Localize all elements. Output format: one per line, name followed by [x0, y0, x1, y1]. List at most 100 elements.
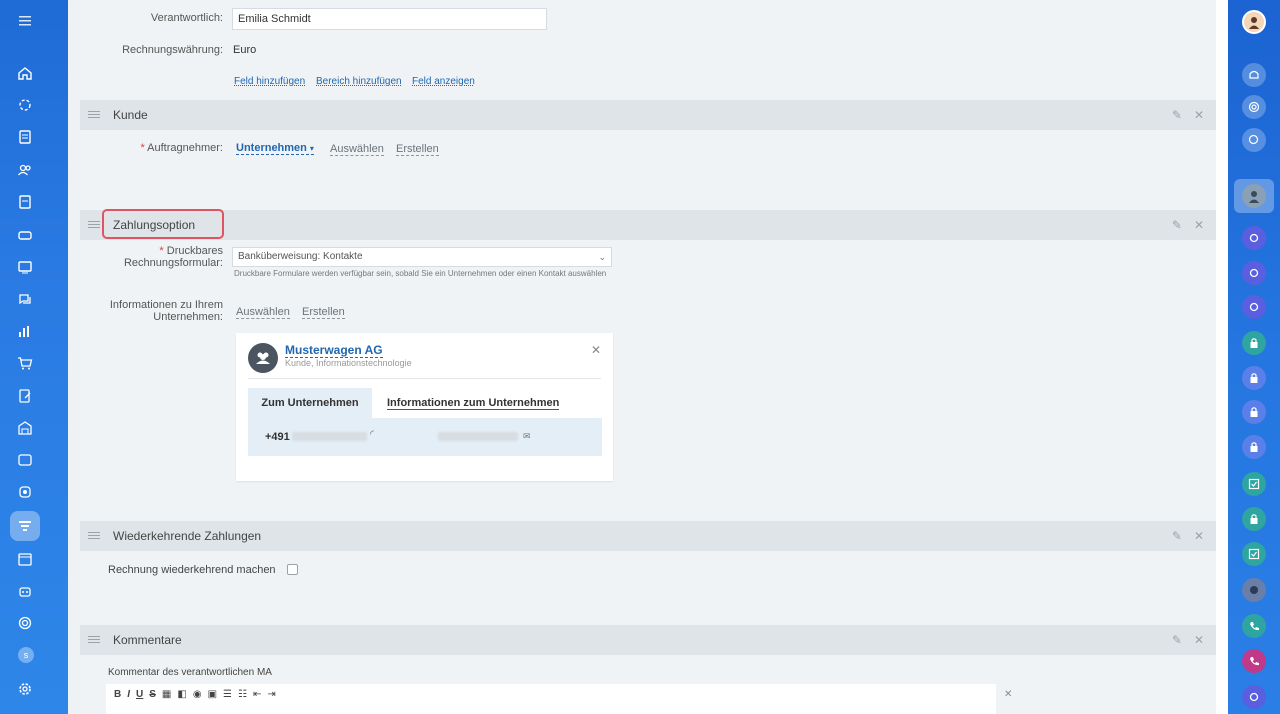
edit-pencil-icon[interactable]: ✎ — [1172, 108, 1182, 122]
puzzle-icon[interactable] — [16, 96, 34, 114]
print-form-select[interactable]: Banküberweisung: Kontakte ⌄ — [232, 247, 612, 267]
edit-pencil-icon[interactable]: ✎ — [1172, 633, 1182, 647]
highlight-box — [102, 209, 224, 239]
close-icon[interactable]: ✕ — [1194, 108, 1204, 122]
underline-button[interactable]: U — [136, 689, 143, 700]
lock-icon[interactable] — [1242, 400, 1266, 424]
show-field-link[interactable]: Feld anzeigen — [412, 76, 475, 87]
lock-icon[interactable] — [1242, 435, 1266, 459]
kunde-title: Kunde — [113, 108, 148, 122]
tab-company[interactable]: Zum Unternehmen — [248, 388, 372, 418]
company-select-link[interactable]: Auswählen — [236, 306, 290, 319]
edit-pencil-icon[interactable]: ✎ — [1172, 529, 1182, 543]
user-s-badge[interactable]: s — [18, 647, 34, 663]
print-form-label-line1: Druckbares — [166, 245, 223, 257]
zahlung-section-header[interactable]: Zahlungsoption ✎ ✕ — [80, 210, 1216, 240]
mail-icon[interactable] — [16, 451, 34, 469]
add-section-link[interactable]: Bereich hinzufügen — [316, 76, 402, 87]
paint-icon[interactable]: ▦ — [162, 689, 171, 700]
company-type-dropdown[interactable]: Unternehmen ▾ — [236, 142, 314, 155]
left-sidebar: s — [0, 0, 68, 714]
company-subtitle: Kunde, Informationstechnologie — [285, 358, 412, 368]
contact-avatar[interactable] — [1242, 184, 1266, 208]
indent-icon[interactable]: ⇥ — [267, 689, 275, 700]
contacts-icon[interactable] — [16, 161, 34, 179]
kunde-select-link[interactable]: Auswählen — [330, 143, 384, 156]
company-create-link[interactable]: Erstellen — [302, 306, 345, 319]
color-icon[interactable]: ◉ — [193, 689, 202, 700]
tasks-icon[interactable] — [16, 128, 34, 146]
editor-close-icon[interactable]: ✕ — [1004, 689, 1012, 700]
filter-icon[interactable] — [16, 517, 34, 535]
edit-doc-icon[interactable] — [16, 387, 34, 405]
print-form-hint: Druckbare Formulare werden verfügbar sei… — [234, 269, 607, 278]
lock-icon[interactable] — [1242, 366, 1266, 390]
document-icon[interactable] — [16, 193, 34, 211]
warehouse-icon[interactable] — [16, 419, 34, 437]
close-icon[interactable]: ✕ — [1194, 633, 1204, 647]
notifications-icon[interactable] — [1242, 63, 1266, 87]
drive-icon[interactable] — [16, 226, 34, 244]
target-icon[interactable] — [16, 614, 34, 632]
card-close-icon[interactable]: ✕ — [591, 343, 601, 357]
comment-editor[interactable]: B I U S ▦ ◧ ◉ ▣ ☰ ☷ ⇤ ⇥ — [106, 684, 996, 714]
home-icon[interactable] — [16, 64, 34, 82]
user-avatar[interactable] — [1242, 10, 1266, 34]
bot-avatar[interactable] — [1242, 578, 1266, 602]
drag-handle-icon[interactable] — [88, 634, 100, 646]
chevron-down-icon: ⌄ — [598, 252, 606, 262]
analytics-icon[interactable] — [16, 322, 34, 340]
chat-board-icon[interactable] — [16, 258, 34, 276]
bold-button[interactable]: B — [114, 689, 121, 700]
email-icon[interactable]: ✉ — [523, 431, 531, 442]
messages-icon[interactable] — [16, 290, 34, 308]
company-name[interactable]: Musterwagen AG — [285, 343, 383, 358]
lock-icon[interactable] — [1242, 507, 1266, 531]
phone-icon[interactable] — [1242, 614, 1266, 638]
italic-button[interactable]: I — [127, 689, 130, 700]
comments-title: Kommentare — [113, 633, 182, 647]
numbered-list-icon[interactable]: ☰ — [223, 689, 232, 700]
cart-icon[interactable] — [16, 354, 34, 372]
phone-prefix: +491 — [265, 431, 290, 443]
comments-label: Kommentar des verantwortlichen MA — [108, 667, 272, 678]
drag-handle-icon[interactable] — [88, 530, 100, 542]
close-icon[interactable]: ✕ — [1194, 218, 1204, 232]
font-size-icon[interactable]: ◧ — [177, 689, 186, 700]
robot-icon[interactable] — [16, 582, 34, 600]
image-icon[interactable]: ▣ — [208, 689, 217, 700]
task-check-icon[interactable] — [1242, 542, 1266, 566]
lock-icon[interactable] — [1242, 331, 1266, 355]
recurring-checkbox[interactable] — [287, 564, 298, 575]
comments-section-header[interactable]: Kommentare ✎ ✕ — [80, 625, 1216, 655]
search-chat-icon[interactable] — [1242, 128, 1266, 152]
calendar-icon[interactable] — [16, 550, 34, 568]
card-contact-row: +491 ◜ ✉ — [248, 418, 602, 456]
company-info-label: Informationen zu Ihrem Unternehmen: — [100, 299, 223, 323]
activity-icon[interactable] — [1242, 95, 1266, 119]
open-channel-icon[interactable] — [1242, 261, 1266, 285]
menu-icon[interactable] — [16, 12, 34, 30]
settings-icon[interactable] — [16, 680, 34, 698]
recurring-title: Wiederkehrende Zahlungen — [113, 529, 262, 543]
task-check-icon[interactable] — [1242, 472, 1266, 496]
open-channel-icon[interactable] — [1242, 685, 1266, 709]
drag-handle-icon[interactable] — [88, 109, 100, 121]
outdent-icon[interactable]: ⇤ — [253, 689, 261, 700]
responsible-input[interactable]: Emilia Schmidt — [232, 8, 547, 30]
recurring-section-header[interactable]: Wiederkehrende Zahlungen ✎ ✕ — [80, 521, 1216, 551]
kunde-create-link[interactable]: Erstellen — [396, 143, 439, 156]
kunde-section-header[interactable]: Kunde ✎ ✕ — [80, 100, 1216, 130]
open-channel-icon[interactable] — [1242, 295, 1266, 319]
add-field-link[interactable]: Feld hinzufügen — [234, 76, 305, 87]
bullet-list-icon[interactable]: ☷ — [238, 689, 247, 700]
open-channel-icon[interactable] — [1242, 226, 1266, 250]
edit-pencil-icon[interactable]: ✎ — [1172, 218, 1182, 232]
phone-call-icon[interactable]: ◜ — [370, 429, 374, 440]
sites-icon[interactable] — [16, 483, 34, 501]
strike-button[interactable]: S — [149, 689, 156, 700]
phone-icon[interactable] — [1242, 649, 1266, 673]
drag-handle-icon[interactable] — [88, 219, 100, 231]
tab-company-info[interactable]: Informationen zum Unternehmen — [387, 388, 560, 418]
close-icon[interactable]: ✕ — [1194, 529, 1204, 543]
